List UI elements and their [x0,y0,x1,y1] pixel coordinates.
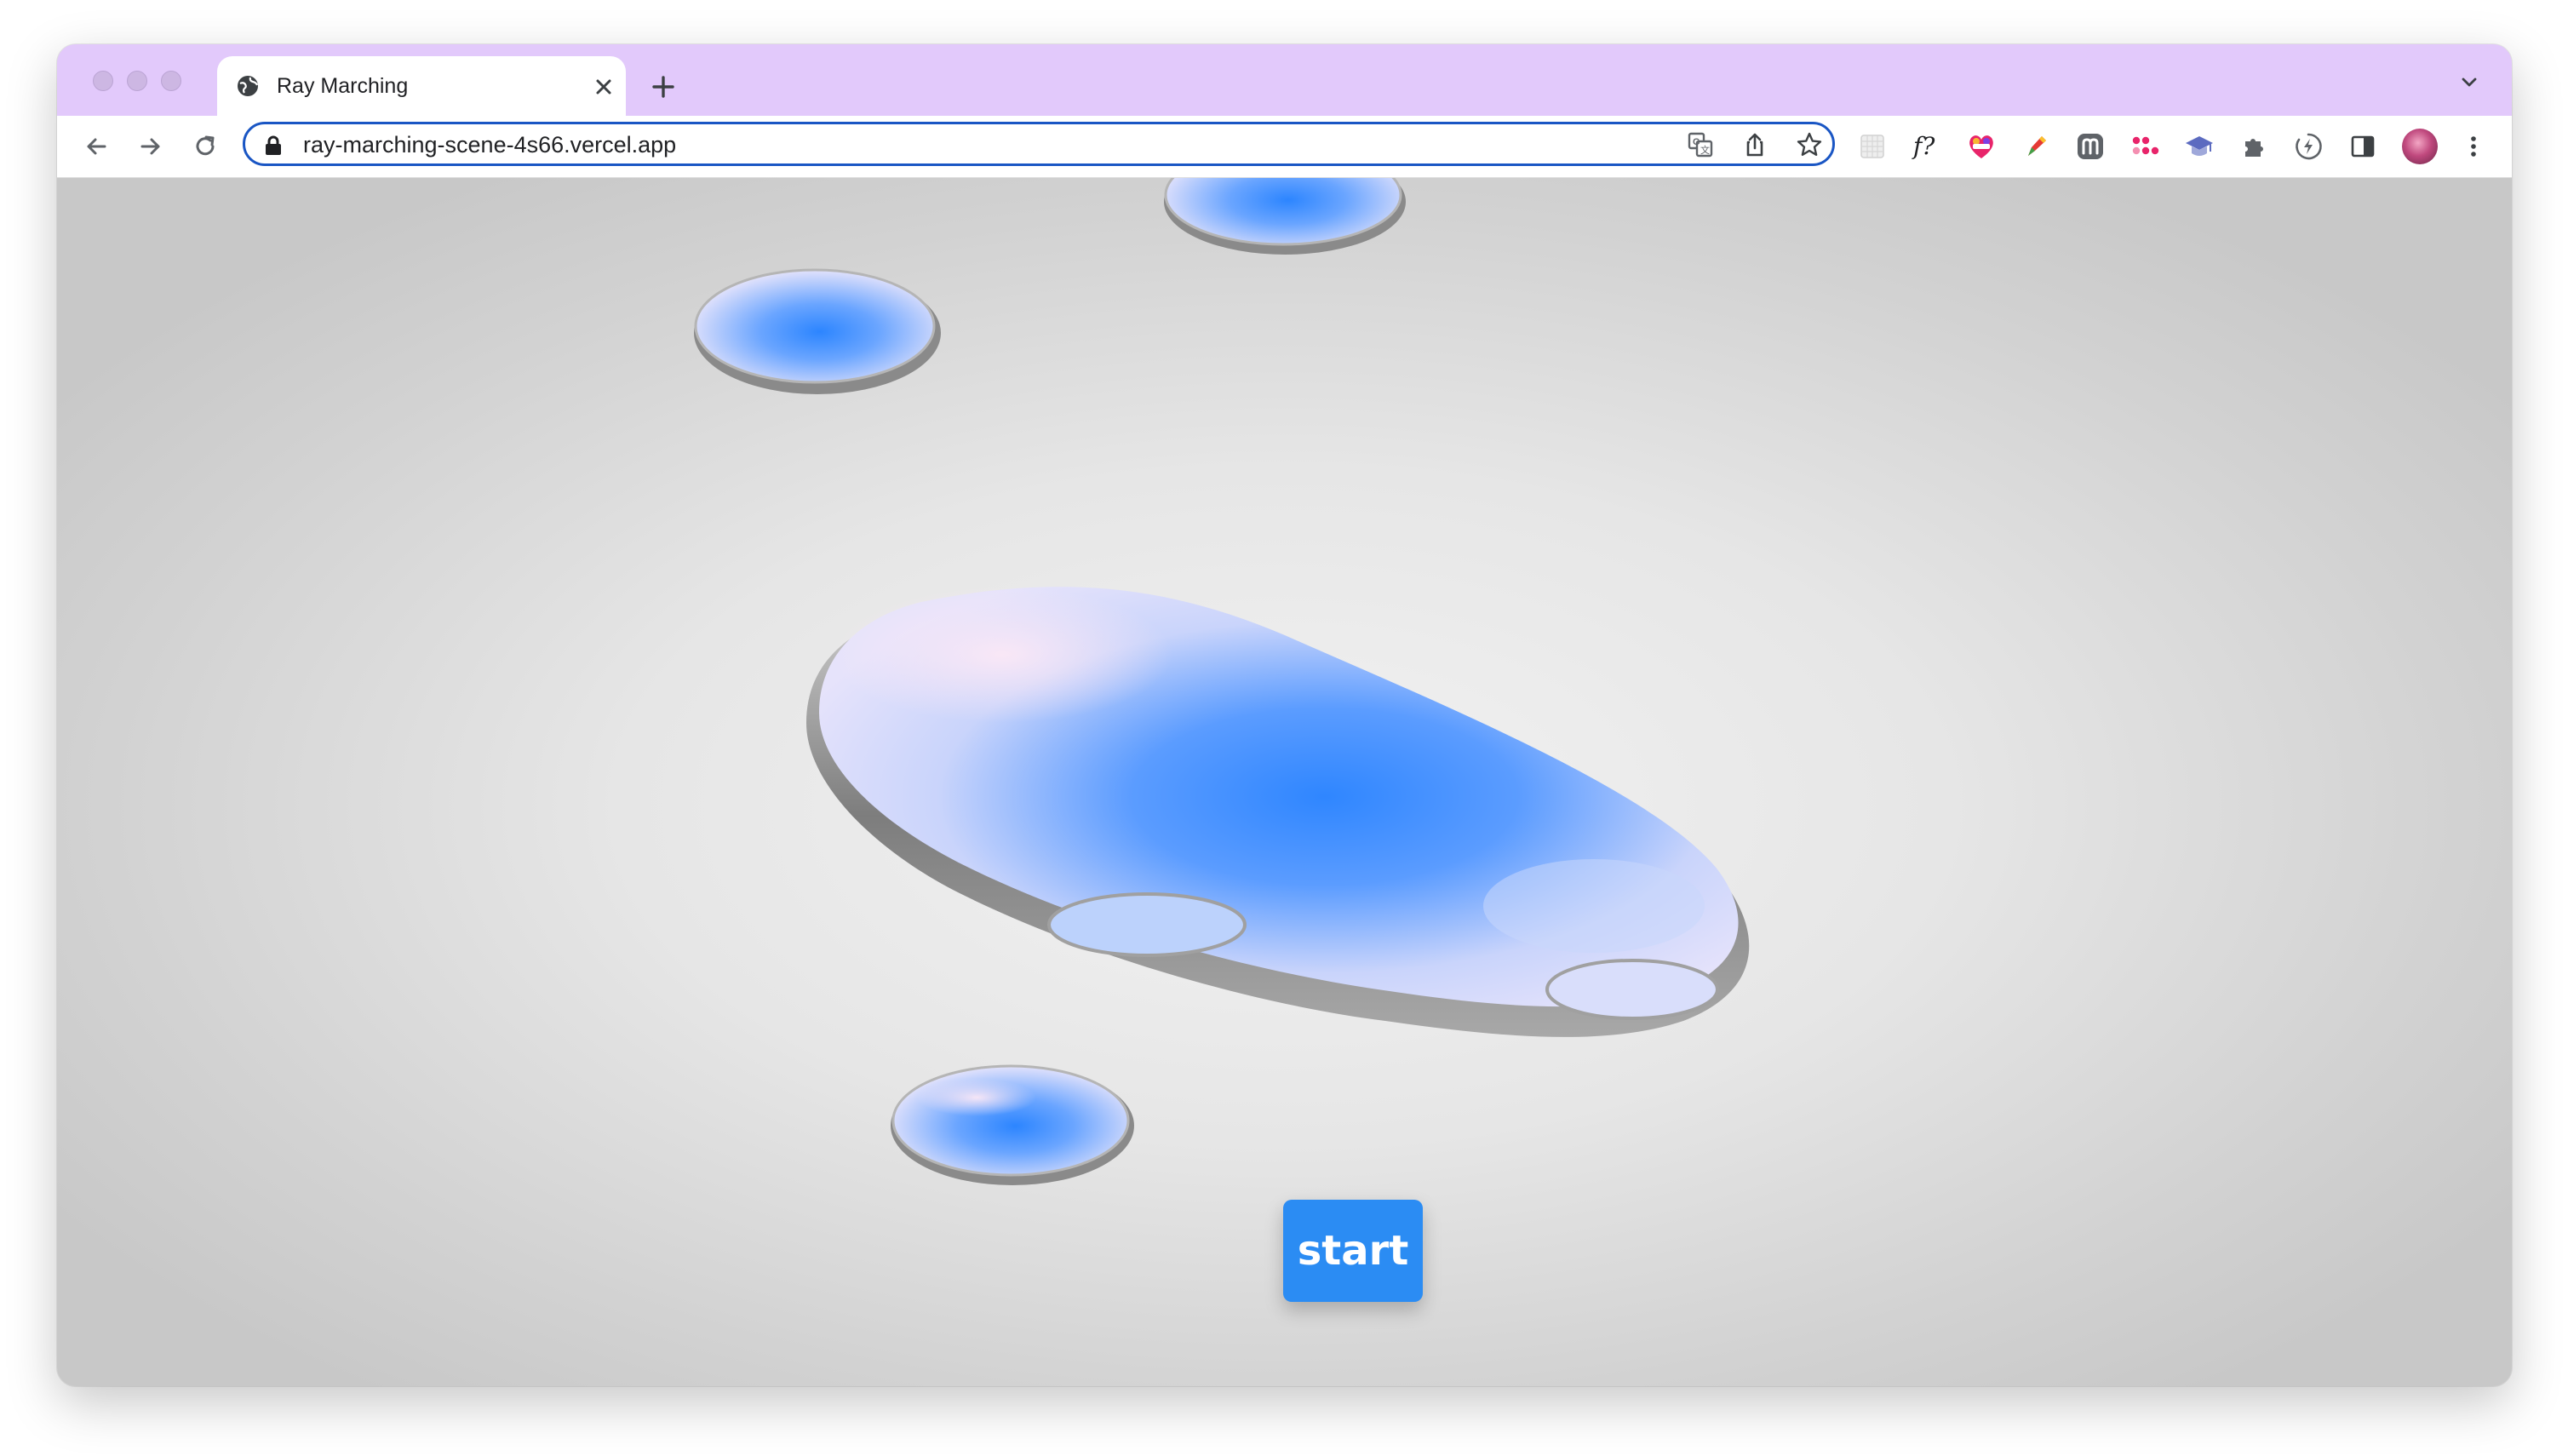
bookmark-button[interactable] [1795,130,1824,159]
share-icon [1746,133,1763,157]
new-tab-button[interactable] [641,65,685,109]
main-blob [806,587,1750,1037]
side-panel-icon [2351,135,2375,158]
close-window-button[interactable] [93,71,113,91]
bolt-icon [2296,133,2322,160]
extension-pen-button[interactable] [2019,129,2053,163]
chevron-down-icon [2462,77,2477,87]
extension-grid-button[interactable] [1855,129,1889,163]
tab-search-button[interactable] [2449,61,2490,102]
bookmark-star-icon [1797,132,1822,156]
side-panel-button[interactable] [2346,129,2380,163]
svg-text:文: 文 [1700,144,1710,156]
extensions-button[interactable] [2237,129,2271,163]
small-blob-bottom-left [891,1064,1134,1185]
f-question-extension-icon: f? [1912,132,1935,160]
tab-title: Ray Marching [277,74,409,98]
small-blob-top-center [1164,178,1406,255]
extension-heart-button[interactable] [1964,129,1998,163]
lock-icon [266,135,281,155]
start-button[interactable]: start [1283,1200,1423,1302]
extension-m-button[interactable] [2073,129,2107,163]
grid-extension-icon [1860,135,1884,158]
pen-extension-icon [2028,136,2046,156]
menu-button[interactable] [2456,129,2491,163]
close-icon [596,79,611,95]
svg-text:f?: f? [1912,132,1935,160]
page-content: start [57,178,2512,1386]
extension-function-button[interactable]: f? [1910,129,1944,163]
m-extension-icon [2078,134,2103,159]
graduation-cap-icon [2186,136,2213,156]
maximize-window-button[interactable] [161,71,181,91]
plus-icon [652,76,674,98]
extension-cap-button[interactable] [2182,129,2216,163]
avatar[interactable] [2402,129,2438,164]
puzzle-icon [2245,139,2263,157]
small-blob-top-left [694,268,941,394]
reload-icon [196,135,215,156]
translate-icon: G 文 [1688,132,1713,158]
toolbar: ray-marching-scene-4s66.vercel.app G 文 f… [57,116,2512,178]
more-vert-icon [2471,136,2476,157]
share-button[interactable] [1740,130,1769,159]
translate-button[interactable]: G 文 [1686,130,1715,159]
dots-extension-icon [2132,136,2159,155]
reload-button[interactable] [186,128,224,165]
url-text: ray-marching-scene-4s66.vercel.app [303,132,677,158]
svg-text:G: G [1693,137,1700,147]
tab-close-button[interactable] [585,68,622,106]
extension-dots-button[interactable] [2128,129,2162,163]
address-bar[interactable]: ray-marching-scene-4s66.vercel.app G 文 [243,122,1835,166]
extension-bolt-button[interactable] [2291,129,2325,163]
globe-icon [238,76,259,96]
arrow-left-icon [87,138,106,155]
arrow-right-icon [140,138,160,155]
browser-window: Ray Marching ray-marching-scene-4s66.ver… [57,44,2512,1386]
back-button[interactable] [77,128,115,165]
minimize-window-button[interactable] [127,71,147,91]
forward-button[interactable] [132,128,169,165]
heart-extension-icon [1969,135,1993,158]
